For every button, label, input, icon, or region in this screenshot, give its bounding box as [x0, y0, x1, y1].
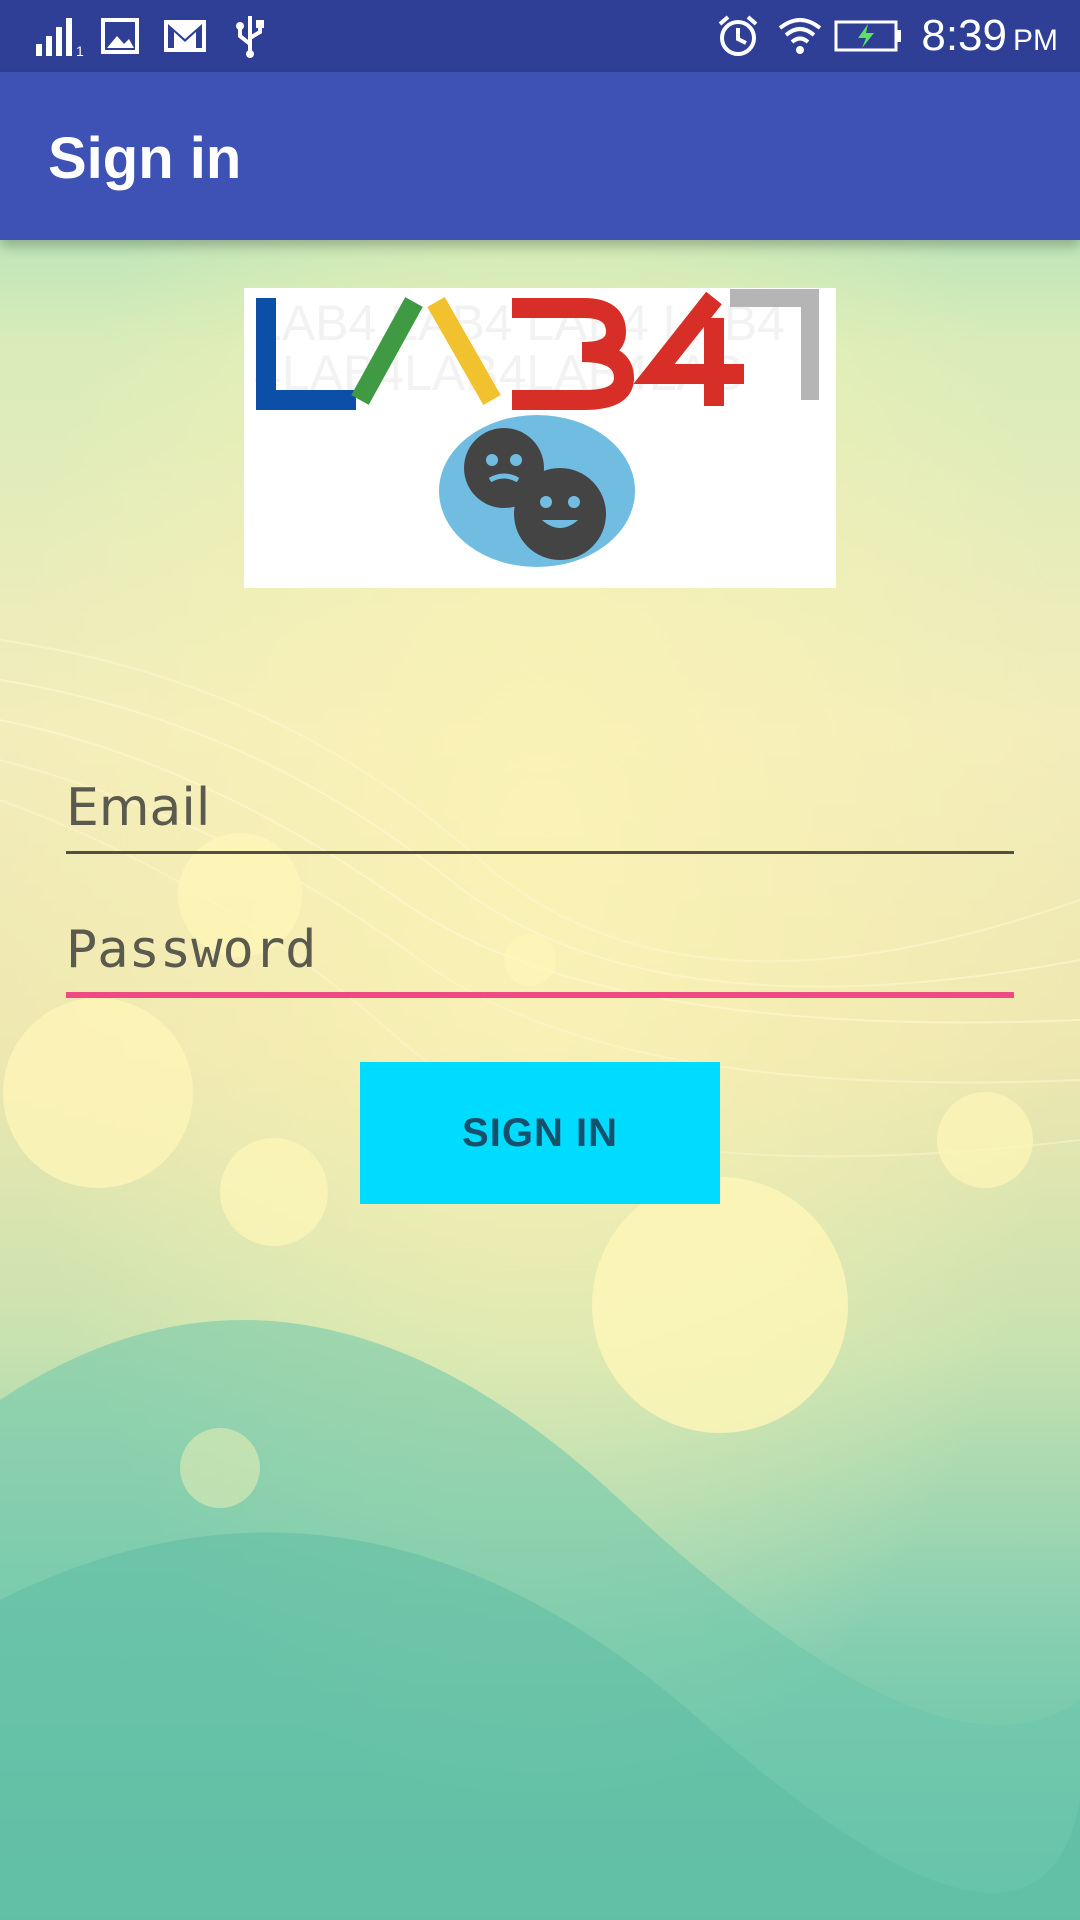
battery-charging-icon — [834, 20, 901, 52]
wifi-icon — [778, 18, 822, 54]
clock: 8:39 PM — [921, 8, 1058, 69]
email-input[interactable] — [66, 770, 1014, 846]
image-icon — [101, 18, 139, 54]
alarm-icon — [718, 15, 758, 56]
clock-time: 8:39 — [921, 11, 1007, 60]
password-input[interactable] — [66, 912, 1014, 988]
status-bar: 1 8:39 PM — [0, 0, 1080, 72]
page-title: Sign in — [48, 126, 242, 191]
email-field[interactable] — [66, 770, 1014, 854]
password-field[interactable] — [66, 912, 1014, 998]
password-underline-focused — [66, 992, 1014, 998]
app-bar: Sign in — [0, 72, 1080, 240]
gmail-icon — [164, 20, 206, 52]
sign-in-button[interactable]: SIGN IN — [360, 1062, 720, 1204]
lab4-logo-image: LAB4 LAB4 LAB4 LAB4 4LAB4LAB4LAB4LAB — [254, 289, 819, 567]
svg-text:1: 1 — [76, 43, 84, 58]
usb-icon — [236, 16, 264, 58]
signal-icon: 1 — [36, 18, 84, 58]
app-logo: LAB4 LAB4 LAB4 LAB4 4LAB4LAB4LAB4LAB — [244, 288, 836, 588]
clock-ampm: PM — [1013, 24, 1058, 57]
email-underline — [66, 851, 1014, 854]
